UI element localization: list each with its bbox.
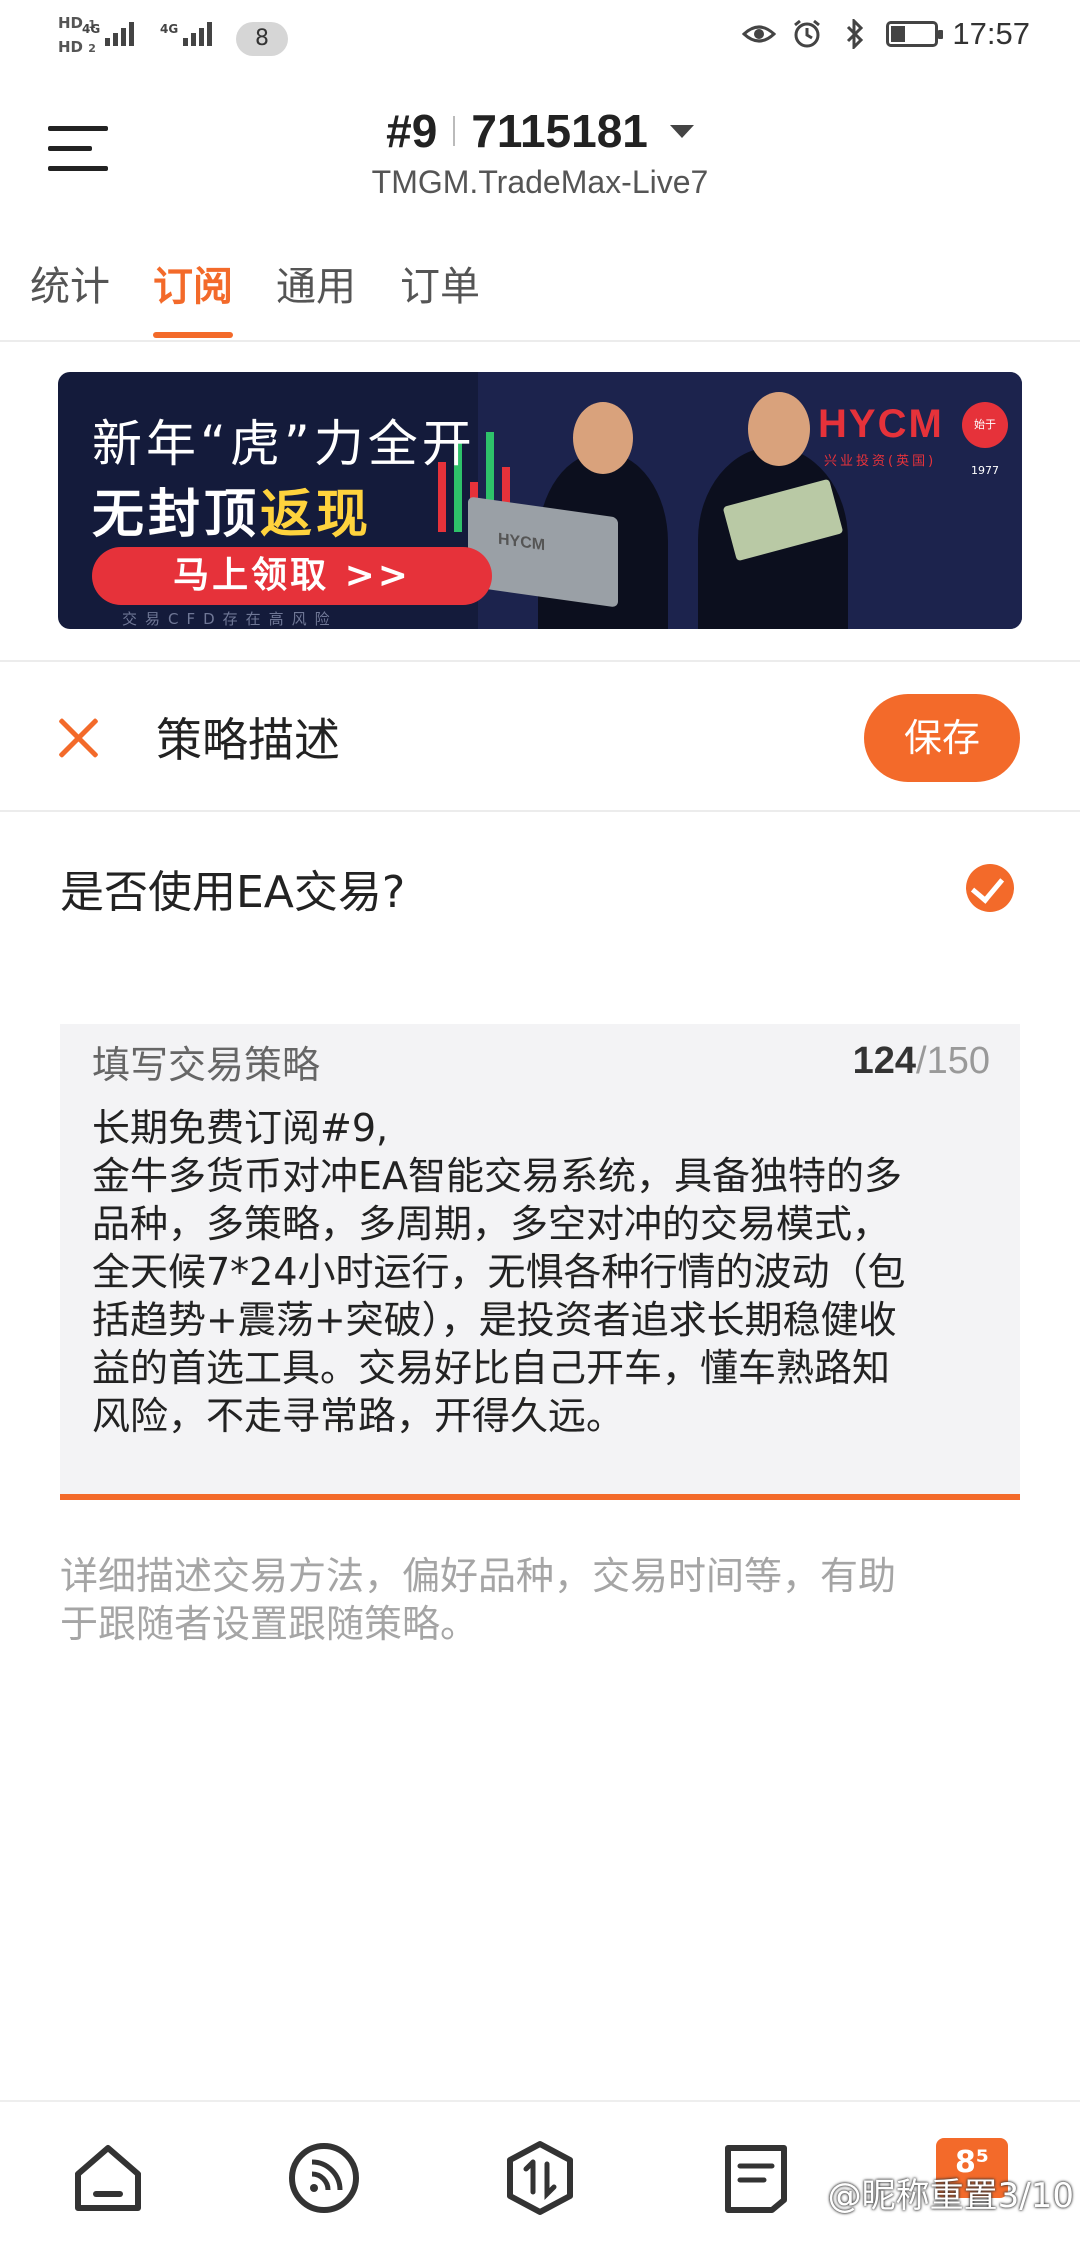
tab-subscription[interactable]: 订阅 [153,254,233,338]
brand-logo: HYCM [818,402,944,446]
helper-text: 详细描述交易方法，偏好品种，交易时间等，有助 于跟随者设置跟随策略。 [60,1554,897,1646]
strategy-header: 策略描述 保存 [0,662,1080,812]
brand-subtitle: 兴业投资(英国) [824,454,937,469]
tab-general[interactable]: 通用 [276,254,356,338]
strategy-text[interactable]: 长期免费订阅#9, 金牛多货币对冲EA智能交易系统，具备独特的多 品种，多策略，… [92,1104,1002,1440]
banner-headline: 新年“虎”力全开 [92,415,476,473]
save-button[interactable]: 保存 [864,694,1020,782]
banner-subheadline: 无封顶返现 [92,485,373,545]
notification-count-badge: 8 [236,22,288,56]
textarea-label: 填写交易策略 [92,1043,321,1087]
close-icon[interactable] [56,716,100,760]
home-icon[interactable] [68,2138,148,2218]
news-icon[interactable] [716,2138,796,2218]
status-bar: HD 1 HD 2 4G 4G 8 17:57 [0,0,1080,80]
feed-icon[interactable] [284,2138,364,2218]
ea-question-label: 是否使用EA交易? [60,867,406,918]
watermark-text: @昵称重置3/10 [827,2176,1074,2216]
risk-disclaimer: 交易CFD存在高风险 [122,610,338,628]
trade-icon[interactable] [500,2138,580,2218]
char-counter: 124/150 [852,1040,990,1082]
brand-seal: 始于1977 [962,402,1008,477]
check-icon[interactable] [966,864,1014,912]
bottom-nav: 8⁵ @昵称重置3/10 [0,2100,1080,2244]
ea-toggle-row[interactable]: 是否使用EA交易? [0,850,1080,930]
clock: 17:57 [952,16,1030,51]
page-title: 策略描述 [156,713,340,767]
account-number: 7115181 [471,105,648,157]
chevron-down-icon[interactable] [669,124,694,138]
eye-icon [742,17,777,51]
alarm-icon [790,17,824,51]
signal-icon: 4G [82,22,135,46]
account-selector[interactable]: #9 7115181 TMGM.TradeMax-Live7 [0,104,1080,201]
promo-banner[interactable]: HYCM 新年“虎”力全开 无封顶返现 马上领取 >> 交易CFD存在高风险 H… [58,372,1022,629]
app-header: #9 7115181 TMGM.TradeMax-Live7 [0,80,1080,250]
server-name: TMGM.TradeMax-Live7 [371,164,709,200]
account-prefix: #9 [386,105,438,157]
bluetooth-icon [838,17,872,51]
tab-orders[interactable]: 订单 [400,254,480,338]
signal-icon-2: 4G [160,22,213,46]
banner-cta-button[interactable]: 马上领取 >> [92,547,492,605]
tab-bar: 统计 订阅 通用 订单 [0,250,1080,342]
divider [453,116,456,146]
tab-stats[interactable]: 统计 [30,254,110,338]
strategy-textarea[interactable]: 填写交易策略 124/150 长期免费订阅#9, 金牛多货币对冲EA智能交易系统… [60,1024,1020,1500]
battery-icon [886,21,944,47]
